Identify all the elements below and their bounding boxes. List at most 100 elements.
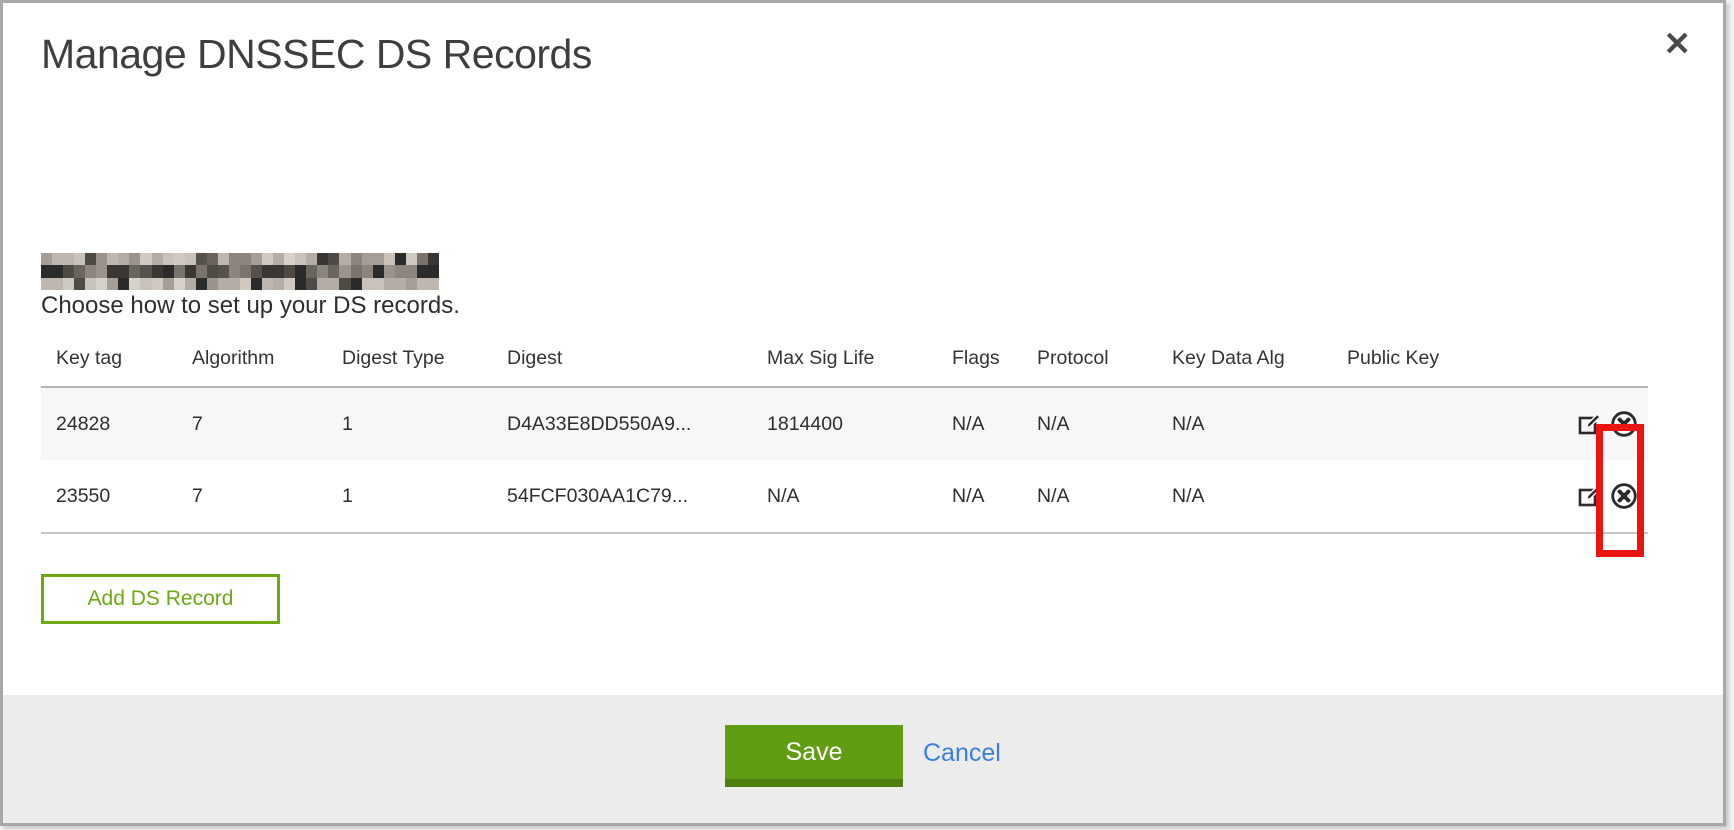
dialog-title: Manage DNSSEC DS Records (41, 31, 592, 78)
edit-record-icon[interactable] (1577, 411, 1603, 437)
cell-key-tag: 23550 (41, 460, 177, 533)
redaction-pixel (273, 265, 284, 277)
redaction-pixel (107, 253, 118, 265)
redaction-pixel (63, 278, 74, 290)
cell-flags: N/A (937, 387, 1022, 460)
redaction-pixel (295, 253, 306, 265)
redaction-pixel (85, 278, 96, 290)
redaction-pixel (218, 265, 229, 277)
redaction-pixel (384, 253, 395, 265)
redaction-pixel (284, 265, 295, 277)
redaction-pixel (362, 253, 373, 265)
dnssec-ds-records-dialog: Manage DNSSEC DS Records ✕ Choose how to… (0, 0, 1726, 826)
redaction-pixel (262, 278, 273, 290)
redaction-pixel (395, 265, 406, 277)
redaction-pixel (351, 278, 362, 290)
column-header-key-tag: Key tag (41, 333, 177, 387)
redaction-pixel (96, 253, 107, 265)
redaction-pixel (417, 265, 428, 277)
cell-digest-type: 1 (327, 460, 492, 533)
cell-key-data-alg: N/A (1157, 387, 1332, 460)
redaction-pixel (251, 253, 262, 265)
redaction-pixel (107, 265, 118, 277)
redaction-pixel (74, 253, 85, 265)
redaction-pixel (373, 278, 384, 290)
redaction-pixel (185, 265, 196, 277)
dialog-footer: Save Cancel (3, 695, 1723, 823)
redaction-pixel (273, 253, 284, 265)
delete-record-icon[interactable] (1610, 410, 1638, 438)
redaction-pixel (152, 253, 163, 265)
redaction-pixel (52, 253, 63, 265)
redaction-pixel (140, 253, 151, 265)
redaction-pixel (339, 253, 350, 265)
redaction-pixel (417, 278, 428, 290)
redaction-pixel (428, 265, 439, 277)
redaction-pixel (196, 253, 207, 265)
redaction-pixel (295, 278, 306, 290)
close-icon[interactable]: ✕ (1663, 27, 1691, 60)
column-header-flags: Flags (937, 333, 1022, 387)
redaction-pixel (163, 278, 174, 290)
redaction-pixel (85, 265, 96, 277)
table-row: 24828 7 1 D4A33E8DD550A9... 1814400 N/A … (41, 387, 1648, 460)
cell-digest-type: 1 (327, 387, 492, 460)
redaction-pixel (339, 265, 350, 277)
redaction-pixel (328, 253, 339, 265)
redaction-pixel (295, 265, 306, 277)
redacted-domain-name (41, 253, 439, 290)
redaction-pixel (417, 253, 428, 265)
cancel-link[interactable]: Cancel (923, 739, 1001, 768)
add-ds-record-button[interactable]: Add DS Record (41, 574, 280, 624)
redaction-pixel (41, 265, 52, 277)
redaction-pixel (52, 265, 63, 277)
redaction-pixel (207, 253, 218, 265)
redaction-pixel (41, 278, 52, 290)
redaction-pixel (163, 253, 174, 265)
save-button[interactable]: Save (725, 725, 903, 787)
redaction-pixel (273, 278, 284, 290)
redaction-pixel (373, 265, 384, 277)
redaction-pixel (306, 265, 317, 277)
setup-instruction-text: Choose how to set up your DS records. (41, 292, 460, 320)
cell-algorithm: 7 (177, 460, 327, 533)
cell-key-tag: 24828 (41, 387, 177, 460)
redaction-pixel (74, 265, 85, 277)
redaction-pixel (152, 265, 163, 277)
redaction-pixel (428, 278, 439, 290)
redaction-pixel (140, 265, 151, 277)
redaction-pixel (207, 265, 218, 277)
cell-digest: 54FCF030AA1C79... (492, 460, 752, 533)
column-header-digest: Digest (492, 333, 752, 387)
cell-protocol: N/A (1022, 387, 1157, 460)
redaction-pixel (284, 253, 295, 265)
redaction-pixel (306, 278, 317, 290)
redaction-pixel (129, 253, 140, 265)
cell-key-data-alg: N/A (1157, 460, 1332, 533)
redaction-pixel (362, 278, 373, 290)
redaction-pixel (406, 253, 417, 265)
redaction-pixel (196, 278, 207, 290)
delete-record-icon[interactable] (1610, 482, 1638, 510)
cell-protocol: N/A (1022, 460, 1157, 533)
redaction-pixel (428, 253, 439, 265)
redaction-pixel (240, 253, 251, 265)
cell-max-sig-life: 1814400 (752, 387, 937, 460)
ds-records-table: Key tagAlgorithmDigest TypeDigestMax Sig… (41, 333, 1648, 534)
redaction-pixel (317, 265, 328, 277)
column-header-digest-type: Digest Type (327, 333, 492, 387)
redaction-pixel (163, 265, 174, 277)
redaction-pixel (174, 265, 185, 277)
redaction-pixel (317, 278, 328, 290)
redaction-pixel (262, 265, 273, 277)
redaction-pixel (306, 253, 317, 265)
redaction-pixel (395, 253, 406, 265)
redaction-pixel (118, 278, 129, 290)
edit-record-icon[interactable] (1577, 483, 1603, 509)
redaction-pixel (351, 265, 362, 277)
redaction-pixel (174, 253, 185, 265)
redaction-pixel (129, 278, 140, 290)
redaction-pixel (229, 278, 240, 290)
redaction-pixel (395, 278, 406, 290)
table-row: 23550 7 1 54FCF030AA1C79... N/A N/A N/A … (41, 460, 1648, 533)
